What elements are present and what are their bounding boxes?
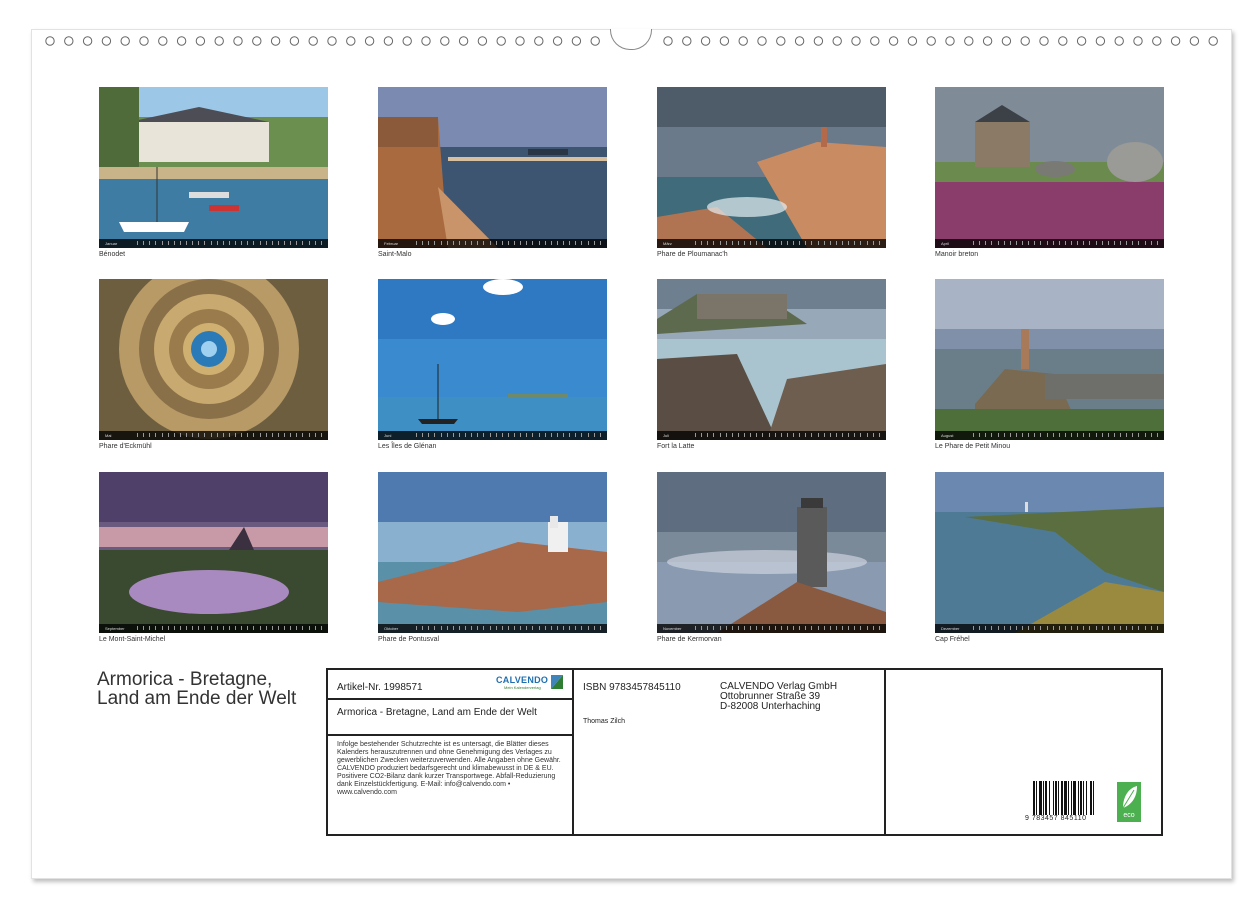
eco-label: eco: [1123, 812, 1135, 819]
landscape-image: [935, 279, 1164, 440]
month-photo: Dezember: [935, 472, 1164, 633]
landscape-image: [935, 472, 1164, 633]
month-label: Dezember: [941, 626, 960, 631]
month-label: April: [941, 241, 950, 246]
month-photo: August: [935, 279, 1164, 440]
landscape-image: [657, 472, 886, 633]
day-ticks: [137, 433, 324, 438]
month-label: Mai: [105, 433, 112, 438]
day-ticks: [695, 433, 882, 438]
calendar-strip: Februar: [378, 239, 607, 248]
photo-caption: Les Îles de Glénan: [378, 443, 437, 450]
calendar-strip: März: [657, 239, 886, 248]
day-ticks: [416, 626, 603, 631]
photo-caption: Le Mont-Saint-Michel: [99, 636, 166, 643]
author: Thomas Zilch: [583, 718, 626, 725]
photo-caption: Cap Fréhel: [935, 636, 970, 643]
calendar-strip: August: [935, 431, 1164, 440]
month-label: November: [663, 626, 682, 631]
landscape-image: [99, 87, 328, 248]
photo-caption: Phare de Kermorvan: [657, 636, 722, 643]
month-photo: Mai: [99, 279, 328, 440]
calendar-strip: November: [657, 624, 886, 633]
landscape-image: [378, 472, 607, 633]
day-ticks: [973, 626, 1160, 631]
landscape-image: [378, 279, 607, 440]
day-ticks: [137, 241, 324, 246]
day-ticks: [416, 433, 603, 438]
isbn: ISBN 9783457845110: [583, 682, 681, 693]
month-photo: März: [657, 87, 886, 248]
month-label: Juli: [663, 433, 670, 438]
month-photo: November: [657, 472, 886, 633]
product-title: Armorica - Bretagne, Land am Ende der We…: [337, 707, 537, 718]
info-column-barcode: 9 783457 845110 eco: [886, 670, 1161, 834]
calendar-strip: Oktober: [378, 624, 607, 633]
month-label: Februar: [384, 241, 399, 246]
day-ticks: [695, 626, 882, 631]
month-label: Juni: [384, 433, 392, 438]
calendar-strip: September: [99, 624, 328, 633]
calendar-strip: Januar: [99, 239, 328, 248]
calendar-title: Armorica - Bretagne, Land am Ende der We…: [97, 669, 297, 709]
eco-badge: eco: [1117, 782, 1141, 822]
publisher-city: D-82008 Unterhaching: [720, 701, 821, 712]
month-photo: September: [99, 472, 328, 633]
day-ticks: [137, 626, 324, 631]
month-label: August: [941, 433, 954, 438]
barcode-digits: 9 783457 845110: [1025, 815, 1087, 822]
landscape-image: [657, 279, 886, 440]
calendar-strip: Dezember: [935, 624, 1164, 633]
day-ticks: [695, 241, 882, 246]
calvendo-leaf-icon: [551, 675, 563, 689]
calendar-strip: Mai: [99, 431, 328, 440]
barcode: [1033, 781, 1094, 815]
day-ticks: [973, 241, 1160, 246]
photo-caption: Phare de Ploumanac'h: [657, 251, 728, 258]
month-label: März: [663, 241, 672, 246]
month-label: Januar: [105, 241, 118, 246]
landscape-image: [657, 87, 886, 248]
month-photo: Februar: [378, 87, 607, 248]
day-ticks: [973, 433, 1160, 438]
photo-caption: Phare de Pontusval: [378, 636, 440, 643]
calvendo-tagline: Mein Kalenderverlag: [504, 685, 541, 690]
calendar-strip: Juni: [378, 431, 607, 440]
landscape-image: [99, 472, 328, 633]
photo-caption: Saint-Malo: [378, 251, 412, 258]
day-ticks: [416, 241, 603, 246]
publisher-address: CALVENDO Verlag GmbH Ottobrunner Straße …: [720, 682, 837, 712]
photo-caption: Bénodet: [99, 251, 126, 258]
calendar-strip: April: [935, 239, 1164, 248]
article-number: Artikel-Nr. 1998571: [337, 682, 423, 693]
month-photo: Juni: [378, 279, 607, 440]
month-photo: Juli: [657, 279, 886, 440]
month-photo: April: [935, 87, 1164, 248]
month-label: September: [105, 626, 125, 631]
leaf-icon: [1122, 786, 1137, 809]
month-photo: Januar: [99, 87, 328, 248]
photo-caption: Fort la Latte: [657, 443, 695, 450]
info-column-publisher: ISBN 9783457845110 Thomas Zilch CALVENDO…: [574, 670, 886, 834]
photo-caption: Le Phare de Petit Minou: [935, 443, 1011, 450]
month-label: Oktober: [384, 626, 399, 631]
info-column-article: Artikel-Nr. 1998571 CALVENDO Mein Kalend…: [328, 670, 574, 834]
legal-text: Infolge bestehender Schutzrechte ist es …: [337, 741, 561, 796]
photo-caption: Phare d'Eckmühl: [99, 443, 152, 450]
photo-caption: Manoir breton: [935, 251, 979, 258]
month-photo: Oktober: [378, 472, 607, 633]
landscape-image: [378, 87, 607, 248]
landscape-image: [99, 279, 328, 440]
calvendo-logo: CALVENDO: [496, 675, 549, 685]
calendar-sheet: Januar Bénodet Februar Saint-Malo März Phare …: [31, 29, 1232, 879]
landscape-image: [935, 87, 1164, 248]
info-box: Artikel-Nr. 1998571 CALVENDO Mein Kalend…: [326, 668, 1163, 836]
calendar-strip: Juli: [657, 431, 886, 440]
